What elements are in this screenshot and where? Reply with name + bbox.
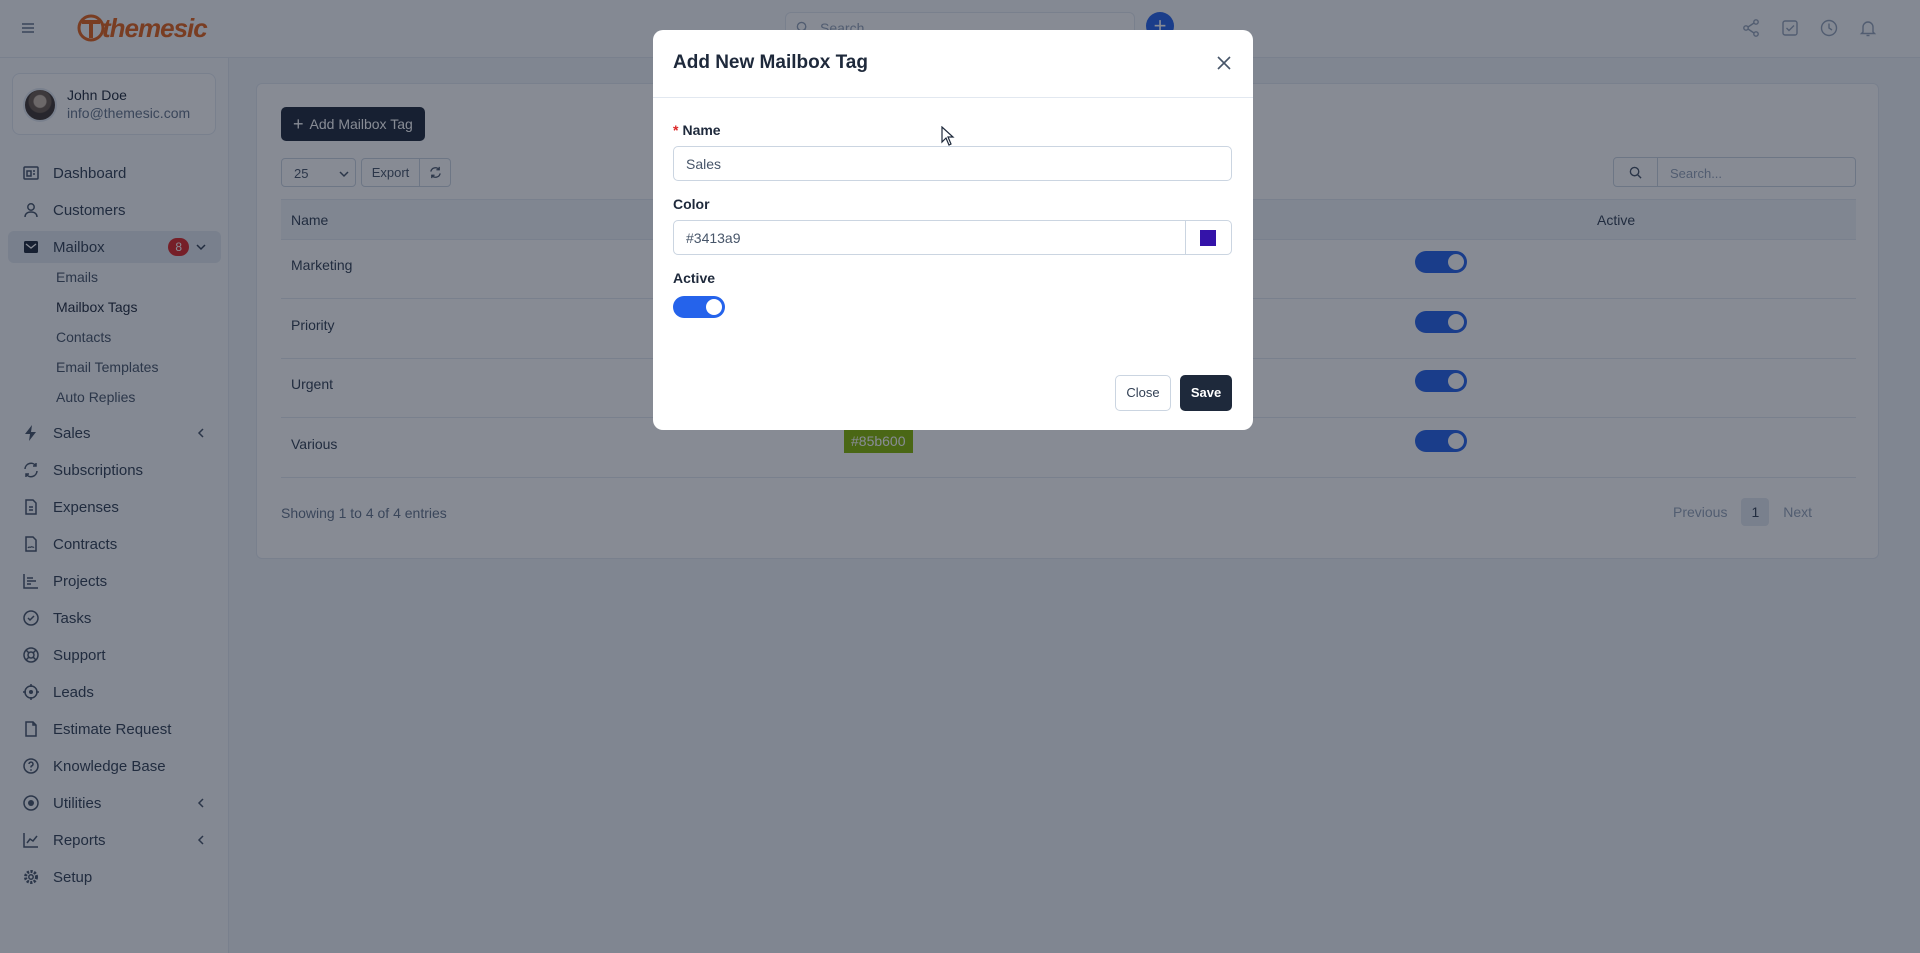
save-button[interactable]: Save bbox=[1180, 375, 1232, 411]
mouse-cursor-icon bbox=[941, 126, 955, 146]
name-field[interactable]: Sales bbox=[673, 146, 1232, 181]
active-label: Active bbox=[673, 270, 716, 286]
color-picker-button[interactable] bbox=[1185, 220, 1232, 255]
modal-title: Add New Mailbox Tag bbox=[673, 52, 868, 73]
active-toggle[interactable] bbox=[673, 296, 725, 318]
color-swatch bbox=[1200, 230, 1216, 246]
color-field[interactable]: #3413a9 bbox=[673, 220, 1186, 255]
close-icon[interactable] bbox=[1215, 54, 1233, 72]
name-label: * Name bbox=[673, 122, 721, 138]
close-button[interactable]: Close bbox=[1115, 375, 1171, 411]
add-mailbox-tag-modal: Add New Mailbox Tag * Name Sales Color #3… bbox=[653, 30, 1253, 430]
modal-header: Add New Mailbox Tag bbox=[653, 30, 1253, 98]
color-label: Color bbox=[673, 196, 710, 212]
required-marker: * bbox=[673, 122, 679, 138]
